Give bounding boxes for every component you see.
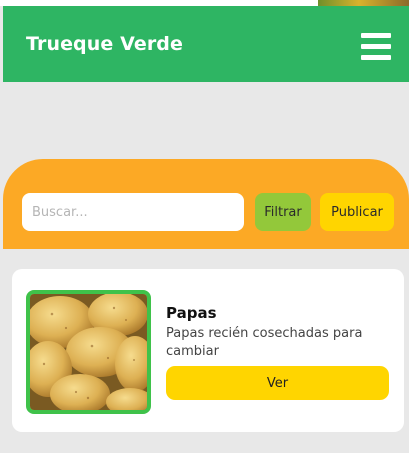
search-input[interactable] [22,193,244,231]
potatoes-illustration [30,294,147,410]
app-header: Trueque Verde [3,6,409,82]
menu-bar-line [361,55,391,60]
filter-button[interactable]: Filtrar [255,193,311,231]
publish-button[interactable]: Publicar [320,193,394,231]
listing-card: Papas Papas recién cosechadas para cambi… [12,269,404,432]
menu-bar-line [361,33,391,38]
view-button[interactable]: Ver [166,366,389,400]
brand-title[interactable]: Trueque Verde [26,33,183,55]
listing-title: Papas [166,304,217,322]
menu-bar-line [361,44,391,49]
potatoes-photo[interactable] [26,290,151,414]
hamburger-menu-icon[interactable] [359,31,393,63]
listing-description: Papas recién cosechadas para cambiar [166,326,363,359]
